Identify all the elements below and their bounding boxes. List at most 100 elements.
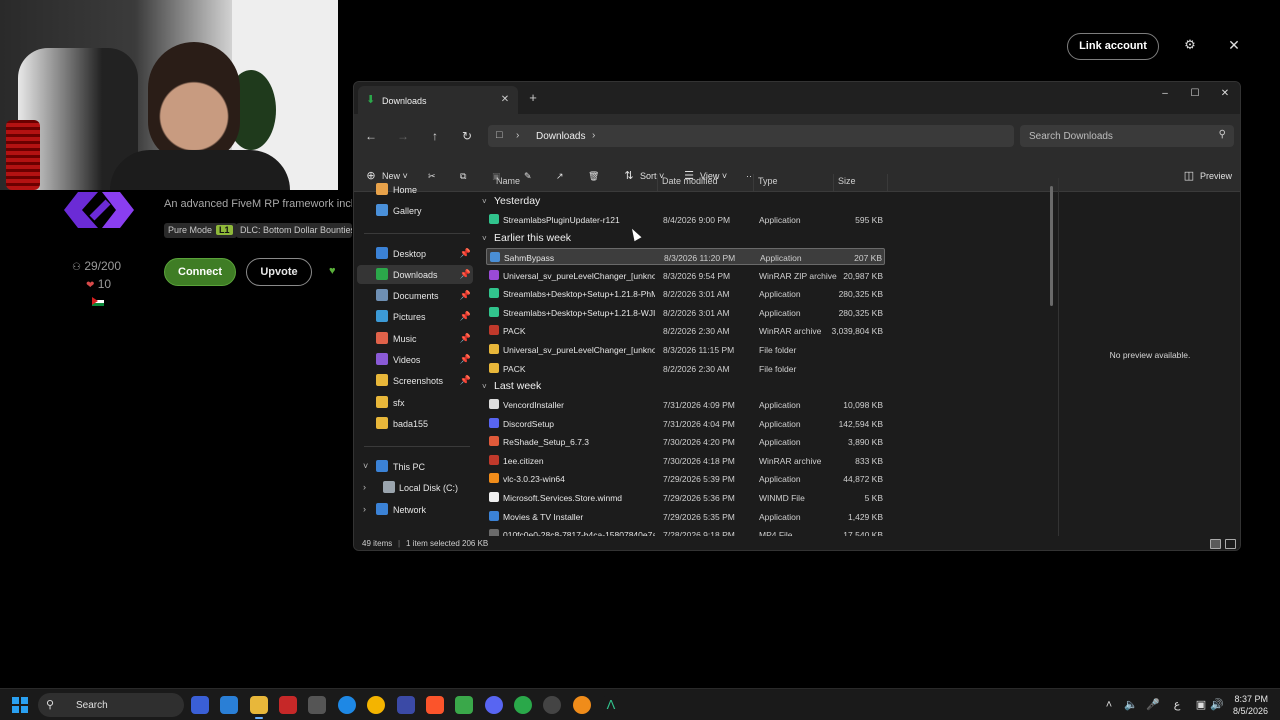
group-header-yesterday[interactable]: ˅ Yesterday — [482, 195, 540, 207]
address-bar[interactable]: □ › Downloads › — [488, 125, 1014, 147]
sidebar-item-documents[interactable]: Documents 📌 — [357, 286, 473, 305]
file-date: 7/29/2026 5:39 PM — [663, 474, 735, 485]
tiles-view-icon[interactable] — [1225, 539, 1236, 549]
sidebar-item-downloads[interactable]: Downloads 📌 — [357, 265, 473, 284]
taskbar-file-explorer-icon[interactable] — [250, 696, 268, 719]
taskbar-widgets-icon[interactable] — [220, 696, 238, 714]
sidebar-item-videos[interactable]: Videos 📌 — [357, 350, 473, 369]
speaker-icon[interactable]: 🔈 — [1123, 697, 1139, 713]
file-row[interactable]: ReShade_Setup_6.7.3 7/30/2026 4:20 PM Appl… — [486, 433, 885, 450]
file-row[interactable]: PACK 8/2/2026 2:30 AM File folder — [486, 360, 885, 377]
up-arrow-icon[interactable]: ↑ — [427, 128, 443, 144]
heart-icon[interactable]: ♥ — [329, 265, 341, 277]
taskbar-editor-icon[interactable] — [279, 696, 297, 714]
taskbar-brave-icon[interactable] — [426, 696, 444, 714]
file-row[interactable]: 1ee.citizen 7/30/2026 4:18 PM WinRAR archi… — [486, 452, 885, 469]
sidebar-item-desktop[interactable]: Desktop 📌 — [357, 244, 473, 263]
chevron-right-icon[interactable]: › — [363, 504, 366, 514]
file-date: 8/3/2026 11:15 PM — [663, 345, 735, 355]
minimize-icon[interactable]: – — [1152, 85, 1178, 103]
chevron-down-icon[interactable]: ˅ — [482, 234, 492, 243]
taskbar-chrome-icon[interactable] — [367, 696, 385, 714]
group-header-last_week[interactable]: ˅ Last week — [482, 380, 541, 392]
tab-downloads[interactable]: ⬇ Downloads ✕ — [358, 86, 518, 114]
file-name: PACK — [503, 326, 526, 337]
sidebar-item-gallery[interactable]: Gallery — [357, 201, 473, 220]
back-arrow-icon[interactable]: ← — [363, 128, 379, 144]
upvote-button[interactable]: Upvote — [246, 258, 312, 286]
file-row[interactable]: StreamlabsPluginUpdater-r121 8/4/2026 9:0… — [486, 211, 885, 228]
file-row[interactable]: DiscordSetup 7/31/2026 4:04 PM Application… — [486, 415, 885, 432]
sidebar-item-music[interactable]: Music 📌 — [357, 329, 473, 348]
file-row[interactable]: vlc-3.0.23-win64 7/29/2026 5:39 PM Applica… — [486, 470, 885, 487]
tab-close-icon[interactable]: ✕ — [498, 93, 512, 107]
sidebar-item-label: Desktop — [393, 249, 427, 259]
file-row[interactable]: SahmBypass 8/3/2026 11:20 PM Application 20… — [486, 248, 885, 265]
pin-icon: 📌 — [459, 375, 471, 385]
file-row[interactable]: Microsoft.Services.Store.winmd 7/29/2026 … — [486, 489, 885, 506]
chevron-right-icon[interactable]: › — [363, 482, 366, 492]
taskbar-streamlabs-icon[interactable]: Λ — [602, 696, 620, 714]
file-row[interactable]: Movies & TV Installer 7/29/2026 5:35 PM Ap… — [486, 508, 885, 525]
videos-icon — [376, 353, 388, 365]
sidebar-item-label: Screenshots — [393, 376, 444, 386]
sidebar-item-home[interactable]: Home — [357, 180, 473, 199]
volume-icon[interactable]: 🔊 — [1209, 697, 1225, 713]
vertical-scrollbar[interactable] — [1050, 186, 1053, 306]
details-view-icon[interactable] — [1210, 539, 1221, 549]
connect-button[interactable]: Connect — [164, 258, 236, 286]
file-row[interactable]: VencordInstaller 7/31/2026 4:09 PM Applica… — [486, 396, 885, 413]
server-description: An advanced FiveM RP framework inclu — [164, 198, 352, 210]
chevron-up-icon[interactable]: ˄ — [1101, 697, 1117, 713]
taskbar-discord-icon[interactable] — [485, 696, 503, 714]
file-row[interactable]: Universal_sv_pureLevelChanger_[unknow...… — [486, 267, 885, 284]
search-input[interactable]: Search Downloads ⚲ — [1020, 125, 1234, 147]
taskbar-app-icon[interactable] — [455, 696, 473, 714]
file-row[interactable]: Streamlabs+Desktop+Setup+1.21.8-WJI2... 8… — [486, 304, 885, 321]
file-row[interactable]: Universal_sv_pureLevelChanger_[unknow...… — [486, 341, 885, 358]
file-row[interactable]: PACK 8/2/2026 2:30 AM WinRAR archive 3,039,… — [486, 322, 885, 339]
system-clock[interactable]: 8:37 PM 8/5/2026 — [1224, 693, 1268, 717]
taskbar-store-icon[interactable] — [308, 696, 326, 714]
chevron-down-icon[interactable]: ˅ — [363, 461, 368, 471]
column-header-date[interactable]: Date modified — [658, 174, 754, 192]
sidebar-item-pictures[interactable]: Pictures 📌 — [357, 307, 473, 326]
new-tab-icon[interactable]: + — [526, 91, 540, 105]
group-header-earlier[interactable]: ˅ Earlier this week — [482, 232, 571, 244]
breadcrumb-downloads[interactable]: Downloads — [536, 131, 585, 142]
column-header-size[interactable]: Size — [834, 174, 888, 192]
network-icon[interactable]: ▣ — [1193, 697, 1209, 713]
taskbar-app-icon[interactable] — [573, 696, 591, 714]
chevron-right-icon[interactable]: › — [516, 130, 519, 141]
file-row[interactable]: Streamlabs+Desktop+Setup+1.21.8-PhM... 8/… — [486, 285, 885, 302]
column-header-type[interactable]: Type — [754, 174, 834, 192]
file-row[interactable]: 010fc0e0-28c8-7817-b4ca-15807840e7ae... 7… — [486, 526, 885, 536]
microphone-icon[interactable]: 🎤 — [1145, 697, 1161, 713]
refresh-icon[interactable]: ↻ — [459, 128, 475, 144]
start-windows-icon[interactable] — [12, 697, 28, 713]
overlay-close-icon[interactable]: ✕ — [1225, 37, 1243, 55]
tag-level-badge: L1 — [216, 225, 233, 235]
taskbar-app-icon[interactable] — [543, 696, 561, 714]
taskbar-app-icon[interactable] — [514, 696, 532, 714]
chevron-down-icon[interactable]: ˅ — [482, 197, 492, 206]
sidebar-item-bada155[interactable]: bada155 — [357, 414, 473, 433]
taskbar-app-icon[interactable] — [191, 696, 209, 714]
language-indicator[interactable]: ع — [1169, 697, 1185, 713]
sidebar-item-local-disk-c[interactable]: › Local Disk (C:) — [357, 478, 473, 497]
taskbar-edge-icon[interactable] — [338, 696, 356, 714]
forward-arrow-icon[interactable]: → — [395, 128, 411, 144]
maximize-icon[interactable]: ☐ — [1182, 85, 1208, 103]
chevron-right-icon[interactable]: › — [592, 130, 595, 141]
taskbar-app-icon[interactable] — [397, 696, 415, 714]
window-close-icon[interactable]: ✕ — [1212, 85, 1238, 103]
sidebar-item-this-pc[interactable]: ˅ This PC — [357, 457, 473, 476]
sidebar-item-network[interactable]: › Network — [357, 500, 473, 519]
sidebar-item-sfx[interactable]: sfx — [357, 393, 473, 412]
sidebar-item-screenshots[interactable]: Screenshots 📌 — [357, 371, 473, 390]
chevron-down-icon[interactable]: ˅ — [482, 382, 492, 391]
taskbar-search[interactable]: ⚲ Search — [38, 693, 184, 717]
column-header-name[interactable]: Name — [492, 174, 658, 192]
settings-gear-icon[interactable]: ⚙ — [1181, 37, 1199, 55]
link-account-button[interactable]: Link account — [1067, 33, 1159, 60]
